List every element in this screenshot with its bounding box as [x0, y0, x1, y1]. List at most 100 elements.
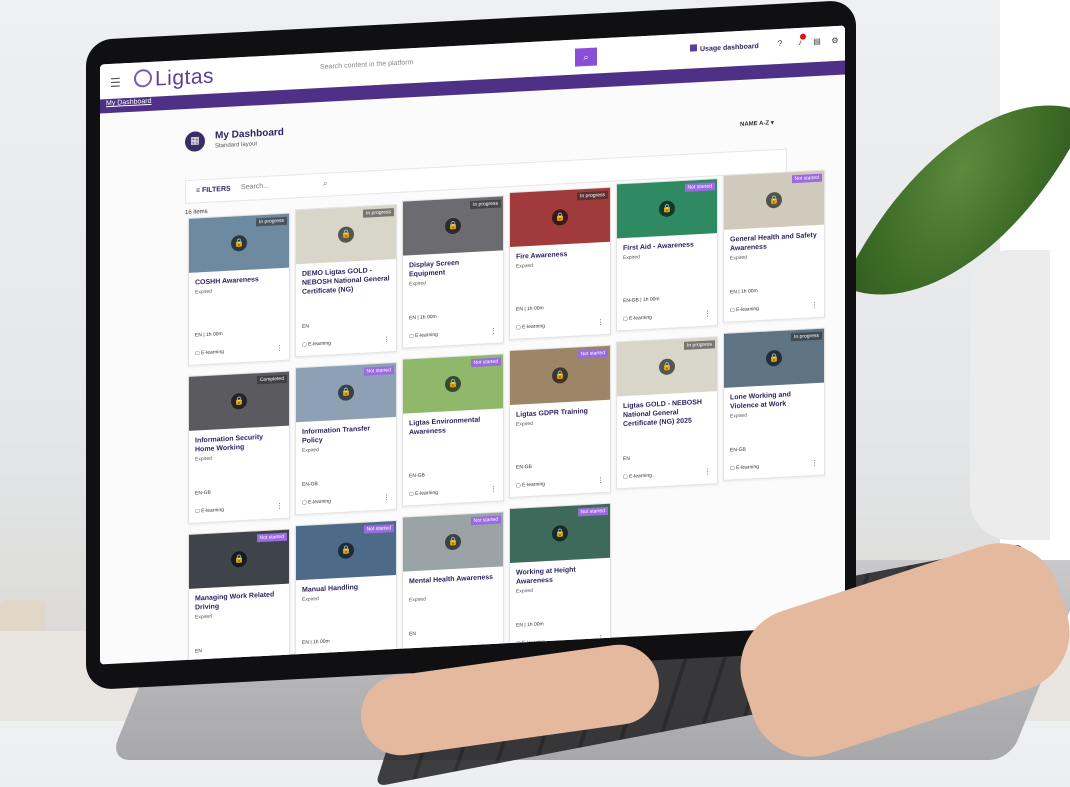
expired-label: Expired	[623, 254, 640, 262]
course-thumbnail: In progress 🔒	[189, 213, 289, 273]
usage-label: Usage dashboard	[700, 42, 759, 54]
expired-label: Expired	[516, 420, 533, 428]
course-card[interactable]: In progress 🔒 Fire Awareness Expired EN | 1h…	[509, 186, 611, 341]
item-count: 16 items	[185, 208, 208, 217]
course-card[interactable]: Completed 🔒 Information Security Home Work…	[188, 370, 290, 524]
plant-pot	[970, 250, 1050, 540]
usage-dashboard-button[interactable]: Usage dashboard	[690, 41, 759, 54]
course-card[interactable]: In progress 🔒 COSHH Awareness Expired EN | 1…	[188, 212, 290, 366]
status-badge: Not started	[363, 366, 394, 376]
course-title: General Health and Safety Awareness	[730, 231, 817, 253]
filters-button[interactable]: ≡ FILTERS	[196, 186, 231, 195]
more-options-icon[interactable]: ⋮	[276, 344, 283, 352]
status-badge: In progress	[576, 190, 608, 201]
more-options-icon[interactable]: ⋮	[276, 502, 283, 510]
course-card[interactable]: Not started 🔒 Mental Health Awareness Expir…	[402, 511, 504, 665]
dashboard-icon	[690, 44, 697, 52]
course-type: ▢ E-learning	[302, 340, 331, 348]
page-title: My Dashboard	[215, 126, 284, 142]
expired-label: Expired	[516, 262, 533, 270]
more-options-icon[interactable]: ⋮	[811, 459, 818, 467]
logo-icon	[134, 68, 152, 88]
lock-icon: 🔒	[552, 524, 568, 542]
course-meta: EN	[623, 455, 630, 463]
lock-icon: 🔒	[445, 217, 461, 235]
course-meta: EN-GB	[730, 446, 746, 454]
course-card[interactable]: In progress 🔒 Lone Working and Violence at…	[723, 327, 825, 481]
course-thumbnail: In progress 🔒	[296, 205, 396, 265]
lock-icon: 🔒	[552, 366, 568, 384]
course-title: Lone Working and Violence at Work	[730, 391, 791, 411]
search-button[interactable]: ⌕	[575, 47, 597, 67]
course-card[interactable]: In progress 🔒 DEMO Ligtas GOLD - NEBOSH Na…	[295, 203, 397, 358]
more-options-icon[interactable]: ⋮	[383, 335, 390, 343]
course-thumbnail: In progress 🔒	[724, 328, 824, 388]
course-thumbnail: Not started 🔒	[510, 345, 610, 406]
notification-badge	[800, 33, 806, 40]
course-card[interactable]: Not started 🔒 Information Transfer Policy E…	[295, 361, 397, 516]
status-badge: In progress	[362, 208, 394, 218]
course-card[interactable]: Not started 🔒 Ligtas Environmental Awarene…	[402, 353, 504, 507]
lock-icon: 🔒	[445, 533, 461, 551]
dashboard-avatar-icon: ▦	[185, 131, 205, 153]
lock-icon: 🔒	[231, 392, 247, 410]
course-card[interactable]: In progress 🔒 Ligtas GOLD - NEBOSH Nationa…	[616, 336, 718, 490]
sort-label: NAME A-Z	[740, 120, 770, 128]
course-thumbnail: Not started 🔒	[296, 363, 396, 423]
course-type: ▢ E-learning	[516, 323, 545, 331]
more-options-icon[interactable]: ⋮	[490, 485, 497, 493]
messages-icon[interactable]: ▤	[812, 37, 822, 48]
course-card[interactable]: Not started 🔒 Manual Handling Expired EN | 1…	[295, 519, 397, 665]
expired-label: Expired	[302, 447, 319, 454]
course-card[interactable]: In progress 🔒 Display Screen Equipment Expi…	[402, 195, 504, 349]
lock-icon: 🔒	[231, 234, 247, 252]
filter-search-input[interactable]: Search...	[241, 183, 269, 191]
status-badge: In progress	[683, 340, 715, 350]
course-meta: EN | 1h 00m	[516, 621, 544, 629]
course-card[interactable]: Not started 🔒 Working at Height Awareness E…	[509, 502, 611, 657]
help-icon[interactable]: ?	[775, 39, 785, 50]
more-options-icon[interactable]: ⋮	[704, 310, 711, 318]
course-type: ▢ E-learning	[195, 349, 224, 357]
course-thumbnail: Not started 🔒	[724, 170, 824, 230]
expired-label: Expired	[195, 288, 212, 296]
course-type: ▢ E-learning	[302, 498, 331, 506]
course-meta: EN-GB	[516, 463, 532, 471]
status-badge: Completed	[256, 374, 287, 385]
status-badge: Not started	[577, 506, 608, 517]
sort-dropdown[interactable]: NAME A-Z ▾	[740, 119, 774, 128]
more-options-icon[interactable]: ⋮	[490, 327, 497, 335]
course-thumbnail: Not started 🔒	[617, 179, 717, 239]
course-title: Mental Health Awareness	[409, 573, 494, 586]
course-type: ▢ E-learning	[409, 489, 438, 498]
course-type: ▢ E-learning	[409, 331, 438, 340]
course-meta: EN-GB	[409, 472, 425, 480]
course-card[interactable]: Not started 🔒 First Aid - Awareness Expired…	[616, 178, 718, 332]
course-title: Ligtas GDPR Training	[516, 407, 588, 419]
course-card[interactable]: Not started 🔒 Managing Work Related Drivin…	[188, 528, 290, 665]
more-options-icon[interactable]: ⋮	[704, 468, 711, 476]
course-card[interactable]: Not started 🔒 Ligtas GDPR Training Expired E…	[509, 344, 611, 499]
search-icon[interactable]: ⌕	[323, 179, 327, 189]
settings-icon[interactable]: ⚙	[830, 36, 840, 47]
course-title: COSHH Awareness	[195, 276, 259, 287]
more-options-icon[interactable]: ⋮	[597, 476, 604, 484]
more-options-icon[interactable]: ⋮	[811, 301, 818, 309]
course-thumbnail: In progress 🔒	[617, 337, 717, 397]
course-title: Fire Awareness	[516, 251, 568, 261]
lock-icon: 🔒	[338, 226, 354, 244]
course-title: DEMO Ligtas GOLD - NEBOSH National Gener…	[302, 267, 390, 296]
lock-icon: 🔒	[231, 550, 247, 568]
course-type: ▢ E-learning	[516, 481, 545, 489]
logo[interactable]: Ligtas	[134, 65, 214, 93]
status-badge: Not started	[470, 515, 501, 526]
status-badge: Not started	[363, 524, 394, 534]
course-card[interactable]: Not started 🔒 General Health and Safety Aw…	[723, 169, 825, 323]
more-options-icon[interactable]: ⋮	[597, 318, 604, 326]
lock-icon: 🔒	[338, 384, 354, 402]
status-badge: In progress	[790, 331, 822, 342]
more-options-icon[interactable]: ⋮	[383, 493, 390, 501]
menu-icon[interactable]: ☰	[110, 75, 121, 90]
status-badge: In progress	[255, 216, 287, 227]
expired-label: Expired	[730, 412, 747, 420]
